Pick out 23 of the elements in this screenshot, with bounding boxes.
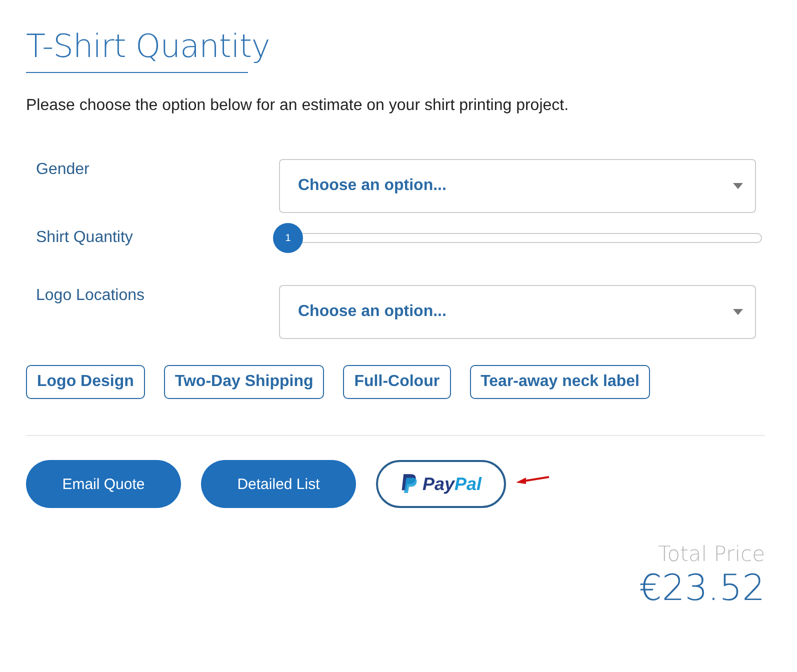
caret-icon — [733, 183, 743, 189]
pointer-arrow — [516, 475, 550, 485]
field-label: Logo Locations — [35, 286, 146, 305]
total-price: €23.52 — [639, 568, 765, 609]
slider-handle[interactable]: 1 — [273, 223, 303, 253]
dropdown-field[interactable]: Choose an option... — [279, 159, 756, 213]
option-button[interactable]: Two-Day Shipping — [164, 365, 324, 399]
dropdown-field[interactable]: Choose an option... — [279, 285, 756, 339]
option-button[interactable]: Tear-away neck label — [470, 365, 650, 399]
page-title: T-Shirt Quantity — [26, 26, 270, 67]
option-button[interactable]: Logo Design — [26, 365, 145, 399]
action-button[interactable]: Email Quote — [26, 460, 181, 508]
field-label: Gender — [35, 160, 90, 179]
paypal-button[interactable]: PayPal — [376, 460, 506, 508]
paypal-logo-text: PayPal — [422, 474, 482, 494]
option-button[interactable]: Full-Colour — [343, 365, 451, 399]
intro-text: Please choose the option below for an estimate on your shirt printing project. — [26, 97, 570, 115]
action-button[interactable]: Detailed List — [201, 460, 356, 508]
slider-track[interactable]: 1 — [274, 223, 762, 253]
field-label: Shirt Quantity — [35, 228, 134, 247]
paypal-logo-icon — [400, 473, 418, 495]
total-price-label: Total Price — [658, 542, 765, 566]
caret-icon — [733, 309, 743, 315]
